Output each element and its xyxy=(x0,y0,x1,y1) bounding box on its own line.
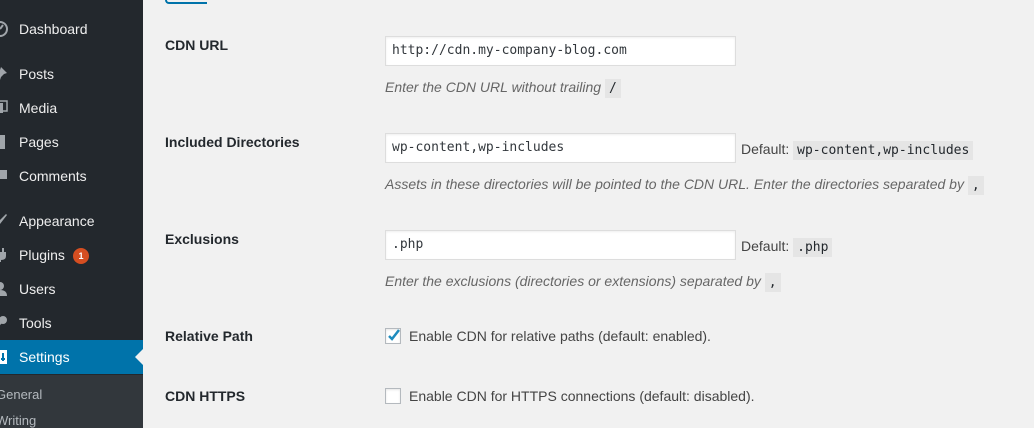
menu-item-dashboard[interactable]: Dashboard xyxy=(0,12,143,46)
cdn-url-label: CDN URL xyxy=(165,37,228,53)
wrench-icon xyxy=(0,315,8,331)
menu-label: Tools xyxy=(19,315,52,331)
menu-item-appearance[interactable]: Appearance xyxy=(0,204,143,238)
cdn-https-label: CDN HTTPS xyxy=(165,388,246,404)
cdn-url-input[interactable]: http://cdn.my-company-blog.com xyxy=(385,36,736,66)
cdn-url-description-code: / xyxy=(604,79,621,98)
dashboard-icon xyxy=(0,21,8,37)
menu-label: Appearance xyxy=(19,213,95,229)
menu-label: Comments xyxy=(19,168,87,184)
page-icon xyxy=(0,134,8,150)
menu-item-tools[interactable]: Tools xyxy=(0,306,143,340)
relative-path-checkbox-label[interactable]: Enable CDN for relative paths (default: … xyxy=(409,328,711,344)
submenu-item-writing[interactable]: Writing xyxy=(0,413,36,428)
menu-item-posts[interactable]: Posts xyxy=(0,57,143,91)
settings-submenu: General Writing xyxy=(0,375,143,428)
menu-label: Settings xyxy=(19,349,70,365)
included-directories-default: Default: wp-content,wp-includes xyxy=(741,141,974,160)
menu-label: Dashboard xyxy=(19,21,88,37)
exclusions-input[interactable]: .php xyxy=(385,230,736,260)
cdn-https-checkbox[interactable] xyxy=(385,388,401,404)
menu-label: Users xyxy=(19,281,56,297)
checkmark-icon xyxy=(387,327,401,346)
menu-item-users[interactable]: Users xyxy=(0,272,143,306)
menu-label: Pages xyxy=(19,134,59,150)
default-label: Default: xyxy=(741,141,790,157)
pushpin-icon xyxy=(0,66,8,82)
cdn-https-checkbox-label[interactable]: Enable CDN for HTTPS connections (defaul… xyxy=(409,388,755,404)
menu-item-pages[interactable]: Pages xyxy=(0,125,143,159)
default-label: Default: xyxy=(741,238,790,254)
media-icon xyxy=(0,100,8,116)
menu-label: Media xyxy=(19,100,58,116)
submenu-item-general[interactable]: General xyxy=(0,387,42,402)
relative-path-label: Relative Path xyxy=(165,328,253,344)
menu-label: Posts xyxy=(19,66,55,82)
included-directories-label: Included Directories xyxy=(165,134,300,150)
default-value: .php xyxy=(793,238,833,257)
exclusions-description-code: , xyxy=(764,273,781,292)
exclusions-label: Exclusions xyxy=(165,231,239,247)
included-directories-input[interactable]: wp-content,wp-includes xyxy=(385,133,736,163)
comment-icon xyxy=(0,168,8,184)
exclusions-description-text: Enter the exclusions (directories or ext… xyxy=(385,273,761,289)
included-directories-description: Assets in these directories will be poin… xyxy=(385,176,984,195)
menu-item-media[interactable]: Media xyxy=(0,91,143,125)
default-value: wp-content,wp-includes xyxy=(793,141,974,160)
plugin-update-badge: 1 xyxy=(73,248,89,264)
user-icon xyxy=(0,281,8,297)
menu-item-comments[interactable]: Comments xyxy=(0,159,143,193)
included-directories-description-text: Assets in these directories will be poin… xyxy=(385,176,964,192)
cdn-url-description-text: Enter the CDN URL without trailing xyxy=(385,79,602,95)
exclusions-default: Default: .php xyxy=(741,238,833,257)
exclusions-description: Enter the exclusions (directories or ext… xyxy=(385,273,781,292)
cdn-url-description: Enter the CDN URL without trailing / xyxy=(385,79,621,98)
section-accent xyxy=(165,0,207,4)
plugin-icon xyxy=(0,247,8,263)
menu-label: Plugins xyxy=(19,247,65,263)
relative-path-checkbox[interactable] xyxy=(385,328,401,344)
settings-icon xyxy=(0,349,8,365)
menu-item-plugins[interactable]: Plugins 1 xyxy=(0,238,143,272)
admin-sidebar: Dashboard Posts Media Pages Comments App… xyxy=(0,0,143,428)
menu-item-settings[interactable]: Settings xyxy=(0,340,143,374)
paintbrush-icon xyxy=(0,213,8,229)
included-directories-description-code: , xyxy=(967,176,984,195)
